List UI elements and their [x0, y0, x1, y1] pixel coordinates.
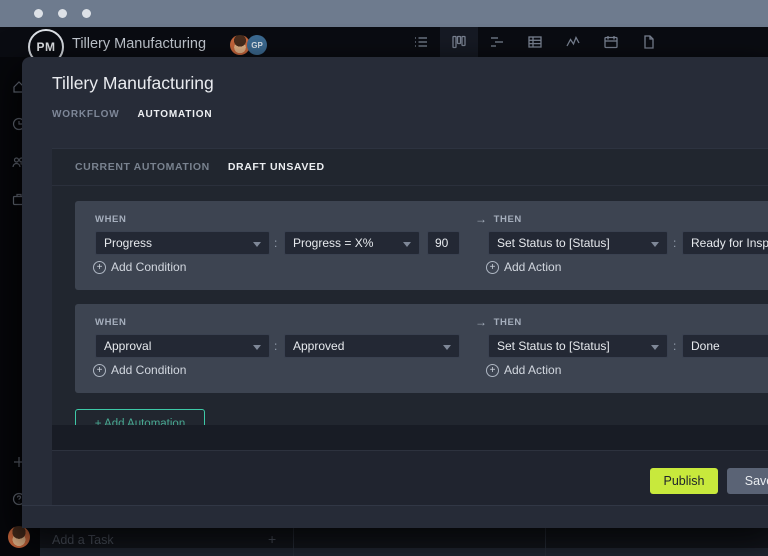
avatar-initials: GP [251, 41, 263, 50]
modal-footer: Publish Save [52, 450, 768, 505]
add-action-label: Add Action [504, 363, 561, 377]
plus-circle-icon: + [93, 364, 106, 377]
automation-rules-panel: WHEN Progress : Progress = X% + Add Cond… [52, 185, 768, 425]
modal-tab-bar: WORKFLOW AUTOMATION [52, 109, 212, 120]
plus-circle-icon: + [93, 261, 106, 274]
add-action-label: Add Action [504, 260, 561, 274]
add-automation-button[interactable]: + Add Automation [75, 409, 205, 425]
modal-title: Tillery Manufacturing [52, 73, 214, 94]
chevron-down-icon [443, 345, 451, 350]
modal-bottom-strip [22, 505, 768, 528]
then-label: → THEN [475, 315, 522, 329]
save-button[interactable]: Save [727, 468, 768, 494]
automation-rule-card: WHEN Approval : Approved + Add Condition… [75, 304, 768, 393]
panel-bottom-strip [52, 425, 768, 450]
chevron-down-icon [651, 242, 659, 247]
tab-workflow[interactable]: WORKFLOW [52, 109, 120, 120]
gantt-view-icon[interactable] [478, 27, 516, 57]
trigger-condition-dropdown[interactable]: Approved [284, 334, 460, 358]
calendar-view-icon[interactable] [592, 27, 630, 57]
board-card-strip [40, 548, 768, 556]
add-condition-button[interactable]: + Add Condition [93, 260, 186, 274]
then-text: THEN [494, 317, 522, 328]
dropdown-value: Done [691, 339, 736, 353]
dropdown-value: Progress = X% [293, 236, 389, 250]
arrow-right-icon: → [475, 315, 488, 329]
trigger-condition-dropdown[interactable]: Progress = X% [284, 231, 420, 255]
trigger-field-dropdown[interactable]: Approval [95, 334, 270, 358]
add-condition-label: Add Condition [111, 363, 186, 377]
add-task-button[interactable]: Add a Task [52, 533, 114, 547]
publish-button[interactable]: Publish [650, 468, 718, 494]
automation-tab-bar: CURRENT AUTOMATION DRAFT UNSAVED [52, 148, 768, 185]
arrow-right-icon: → [475, 212, 488, 226]
action-type-dropdown[interactable]: Set Status to [Status] [488, 231, 668, 255]
plus-circle-icon: + [486, 261, 499, 274]
action-value-dropdown[interactable]: Done [682, 334, 768, 358]
automation-rule-card: WHEN Progress : Progress = X% + Add Cond… [75, 201, 768, 290]
project-title-header: Tillery Manufacturing [72, 36, 206, 52]
when-label: WHEN [95, 317, 126, 328]
separator: : [673, 231, 676, 255]
window-title-bar [0, 0, 768, 27]
board-view-icon[interactable] [440, 27, 478, 57]
tab-draft-unsaved[interactable]: DRAFT UNSAVED [228, 161, 325, 173]
add-task-plus-icon[interactable]: + [268, 531, 276, 547]
trigger-field-dropdown[interactable]: Progress [95, 231, 270, 255]
chevron-down-icon [253, 345, 261, 350]
window-control-dot[interactable] [82, 9, 91, 18]
separator: : [673, 334, 676, 358]
reports-icon[interactable] [554, 27, 592, 57]
files-icon[interactable] [630, 27, 668, 57]
user-initials-avatar[interactable]: GP [247, 35, 267, 55]
window-control-dot[interactable] [34, 9, 43, 18]
list-view-icon[interactable] [402, 27, 440, 57]
action-type-dropdown[interactable]: Set Status to [Status] [488, 334, 668, 358]
action-value-dropdown[interactable]: Ready for Inspec [682, 231, 768, 255]
pm-logo-text: PM [37, 40, 56, 54]
chevron-down-icon [253, 242, 261, 247]
dropdown-value: Set Status to [Status] [497, 236, 626, 250]
dropdown-value: Ready for Inspec [691, 236, 768, 250]
plus-circle-icon: + [486, 364, 499, 377]
dropdown-value: Set Status to [Status] [497, 339, 626, 353]
board-background: Add a Task + [40, 528, 768, 556]
dropdown-value: Progress [104, 236, 168, 250]
then-text: THEN [494, 214, 522, 225]
chevron-down-icon [651, 345, 659, 350]
separator: : [274, 231, 277, 255]
dropdown-value: Approval [104, 339, 167, 353]
add-action-button[interactable]: + Add Action [486, 260, 561, 274]
view-switcher [402, 27, 668, 57]
screen: PM Tillery Manufacturing GP [0, 0, 768, 556]
chevron-down-icon [403, 242, 411, 247]
tab-automation[interactable]: AUTOMATION [138, 109, 213, 120]
add-condition-button[interactable]: + Add Condition [93, 363, 186, 377]
dropdown-value: Approved [293, 339, 360, 353]
then-label: → THEN [475, 212, 522, 226]
column-divider [293, 528, 294, 556]
window-control-dot[interactable] [58, 9, 67, 18]
tab-current-automation[interactable]: CURRENT AUTOMATION [75, 161, 210, 173]
trigger-value-input[interactable] [427, 231, 460, 255]
when-label: WHEN [95, 214, 126, 225]
profile-avatar[interactable] [8, 526, 30, 548]
add-condition-label: Add Condition [111, 260, 186, 274]
column-divider [545, 528, 546, 556]
table-view-icon[interactable] [516, 27, 554, 57]
separator: : [274, 334, 277, 358]
add-action-button[interactable]: + Add Action [486, 363, 561, 377]
